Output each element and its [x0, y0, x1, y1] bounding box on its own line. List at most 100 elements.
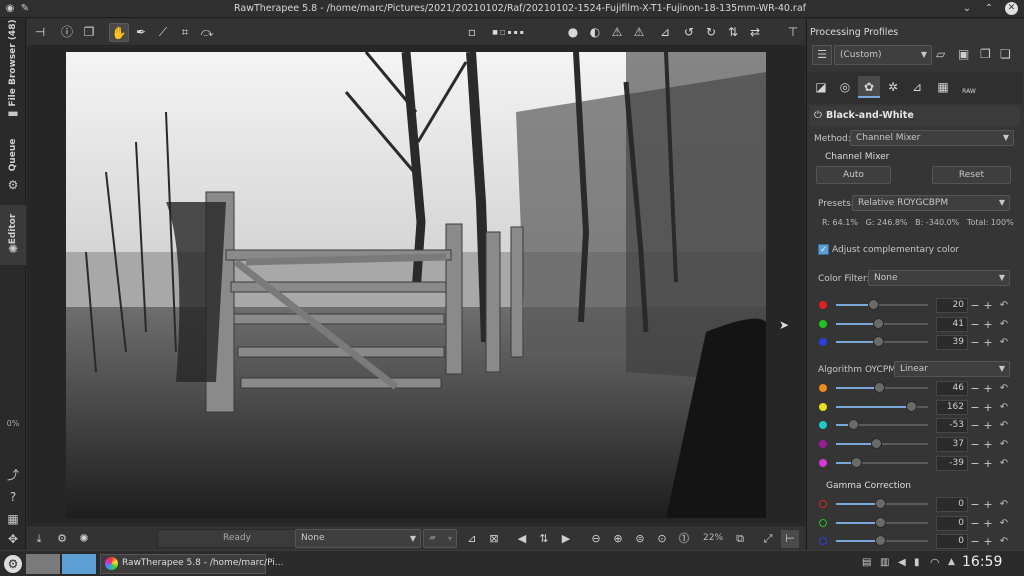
slider-track[interactable] — [836, 535, 928, 546]
hide-tool-panel-icon[interactable]: ⊢ — [781, 530, 799, 548]
reset-slider-icon[interactable]: ↶ — [999, 456, 1009, 471]
straighten-icon[interactable]: ⟋ — [153, 23, 173, 42]
reset-slider-icon[interactable]: ↶ — [999, 437, 1009, 452]
slider-value-input[interactable]: 0 — [936, 534, 968, 549]
before-after-icon[interactable]: ❐ — [79, 23, 99, 42]
increment-icon[interactable]: + — [983, 381, 993, 396]
copy-profile-icon[interactable]: ❐ — [980, 47, 991, 61]
previous-image-icon[interactable]: ◀ — [513, 530, 531, 548]
power-icon[interactable]: ⏻ — [814, 110, 822, 121]
hand-tool-icon[interactable]: ✋ — [109, 23, 129, 42]
slider-value-input[interactable]: 162 — [936, 399, 968, 415]
zoom-fit-icon[interactable]: ⊜ — [631, 530, 649, 548]
slider-track[interactable] — [836, 382, 928, 393]
reset-slider-icon[interactable]: ↶ — [999, 381, 1009, 396]
hide-history-icon[interactable]: ⊣ — [30, 23, 50, 42]
slider-track[interactable] — [836, 438, 928, 450]
maximize-icon[interactable]: ⌃ — [982, 2, 996, 16]
save-image-icon[interactable]: ⤓ — [30, 530, 48, 548]
send-to-queue-icon[interactable]: ⤴ — [5, 467, 21, 483]
slider-handle[interactable] — [851, 456, 863, 468]
tab-file-browser[interactable]: File Browser (48) — [0, 19, 26, 106]
tab-transform-icon[interactable]: ⊿ — [906, 76, 928, 98]
fullscreen-grid-icon[interactable]: ▦ — [5, 511, 21, 527]
minimize-icon[interactable]: ⌄ — [960, 2, 974, 16]
decrement-icon[interactable]: − — [970, 381, 980, 396]
decrement-icon[interactable]: − — [970, 400, 980, 415]
tab-details-icon[interactable]: ◎ — [834, 76, 856, 98]
slider-handle[interactable] — [867, 299, 879, 310]
tab-metadata-icon[interactable]: RAW — [958, 76, 980, 98]
tab-advanced-icon[interactable]: ✲ — [882, 76, 904, 98]
adjust-complementary-checkbox[interactable]: ✓ — [818, 244, 829, 255]
fullscreen-icon[interactable]: ⤢ — [759, 530, 777, 548]
channel-r-icon[interactable]: ▫ — [467, 23, 477, 42]
decrement-icon[interactable]: − — [970, 335, 980, 350]
close-icon[interactable]: ✕ — [1005, 2, 1018, 15]
auto-button[interactable]: Auto — [816, 166, 891, 184]
increment-icon[interactable]: + — [983, 516, 993, 531]
rotate-left-icon[interactable]: ↺ — [679, 23, 699, 42]
zoom-100-icon[interactable]: ⓵ — [675, 530, 693, 548]
open-in-editor-icon[interactable]: ✺ — [75, 530, 93, 548]
channel-preview-icon[interactable]: ■□▪▪▪ — [479, 23, 539, 42]
decrement-icon[interactable]: − — [970, 534, 980, 549]
desktop-1[interactable] — [26, 554, 60, 574]
increment-icon[interactable]: + — [983, 456, 993, 471]
slider-value-input[interactable]: 41 — [936, 316, 968, 332]
tray-expand-icon[interactable]: ▲ — [948, 557, 955, 567]
perspective-icon[interactable]: ⊠ — [485, 530, 503, 548]
increment-icon[interactable]: + — [983, 497, 993, 512]
slider-value-input[interactable]: 37 — [936, 437, 968, 453]
slider-value-input[interactable]: 20 — [936, 298, 968, 313]
increment-icon[interactable]: + — [983, 335, 993, 350]
focus-mask-icon[interactable]: ● — [563, 23, 583, 42]
zoom-fit-crop-icon[interactable]: ⊙ — [653, 530, 671, 548]
rotate-right-icon[interactable]: ↻ — [701, 23, 721, 42]
decrement-icon[interactable]: − — [970, 418, 980, 433]
slider-track[interactable] — [836, 419, 928, 431]
flip-horizontal-icon[interactable]: ⇄ — [745, 23, 765, 42]
slider-value-input[interactable]: -53 — [936, 418, 968, 434]
info-icon[interactable]: ⓘ — [57, 23, 77, 42]
load-profile-icon[interactable]: ▱ — [936, 47, 945, 61]
slider-value-input[interactable]: 39 — [936, 335, 968, 350]
battery-icon[interactable]: ▮ — [914, 557, 920, 568]
straighten-lines-icon[interactable]: ⊿ — [463, 530, 481, 548]
algorithm-select[interactable]: Linear ▼ — [894, 361, 1010, 377]
tab-color-icon[interactable]: ✿ — [858, 76, 880, 98]
slider-track[interactable] — [836, 336, 928, 347]
preview-image[interactable] — [66, 52, 766, 518]
color-filter-select[interactable]: None ▼ — [868, 270, 1010, 286]
slider-track[interactable] — [836, 516, 928, 528]
reset-button[interactable]: Reset — [932, 166, 1011, 184]
paste-profile-icon[interactable]: ❏ — [1000, 47, 1011, 61]
reset-slider-icon[interactable]: ↶ — [999, 418, 1009, 433]
slider-handle[interactable] — [873, 317, 885, 329]
increment-icon[interactable]: + — [983, 534, 993, 549]
decrement-icon[interactable]: − — [970, 317, 980, 332]
reset-slider-icon[interactable]: ↶ — [999, 335, 1009, 350]
clipboard-icon[interactable]: ▥ — [880, 557, 889, 568]
crop-icon[interactable]: ⌗ — [175, 23, 195, 42]
new-detail-window-icon[interactable]: ⧉ — [731, 530, 749, 548]
increment-icon[interactable]: + — [983, 400, 993, 415]
decrement-icon[interactable]: − — [970, 516, 980, 531]
white-balance-picker-icon[interactable]: ✒ — [131, 23, 151, 42]
snapshot-selector[interactable]: ▰ ▾ — [423, 529, 457, 548]
decrement-icon[interactable]: − — [970, 497, 980, 512]
reset-slider-icon[interactable]: ↶ — [999, 516, 1009, 531]
slider-track[interactable] — [836, 456, 928, 468]
slider-handle[interactable] — [875, 516, 887, 528]
network-icon[interactable]: ▤ — [862, 557, 871, 568]
increment-icon[interactable]: + — [983, 317, 993, 332]
zoom-in-icon[interactable]: ⊕ — [609, 530, 627, 548]
save-profile-icon[interactable]: ▣ — [958, 47, 969, 61]
slider-track[interactable] — [836, 498, 928, 509]
taskbar-app-rawtherapee[interactable]: RawTherapee 5.8 - /home/marc/Pi... — [100, 554, 283, 574]
slider-value-input[interactable]: 46 — [936, 381, 968, 396]
slider-value-input[interactable]: 0 — [936, 497, 968, 512]
folder-icon[interactable]: ▬ — [5, 105, 21, 121]
tab-queue[interactable]: Queue — [0, 127, 26, 183]
app-logo-icon[interactable]: ◉ — [3, 2, 17, 16]
